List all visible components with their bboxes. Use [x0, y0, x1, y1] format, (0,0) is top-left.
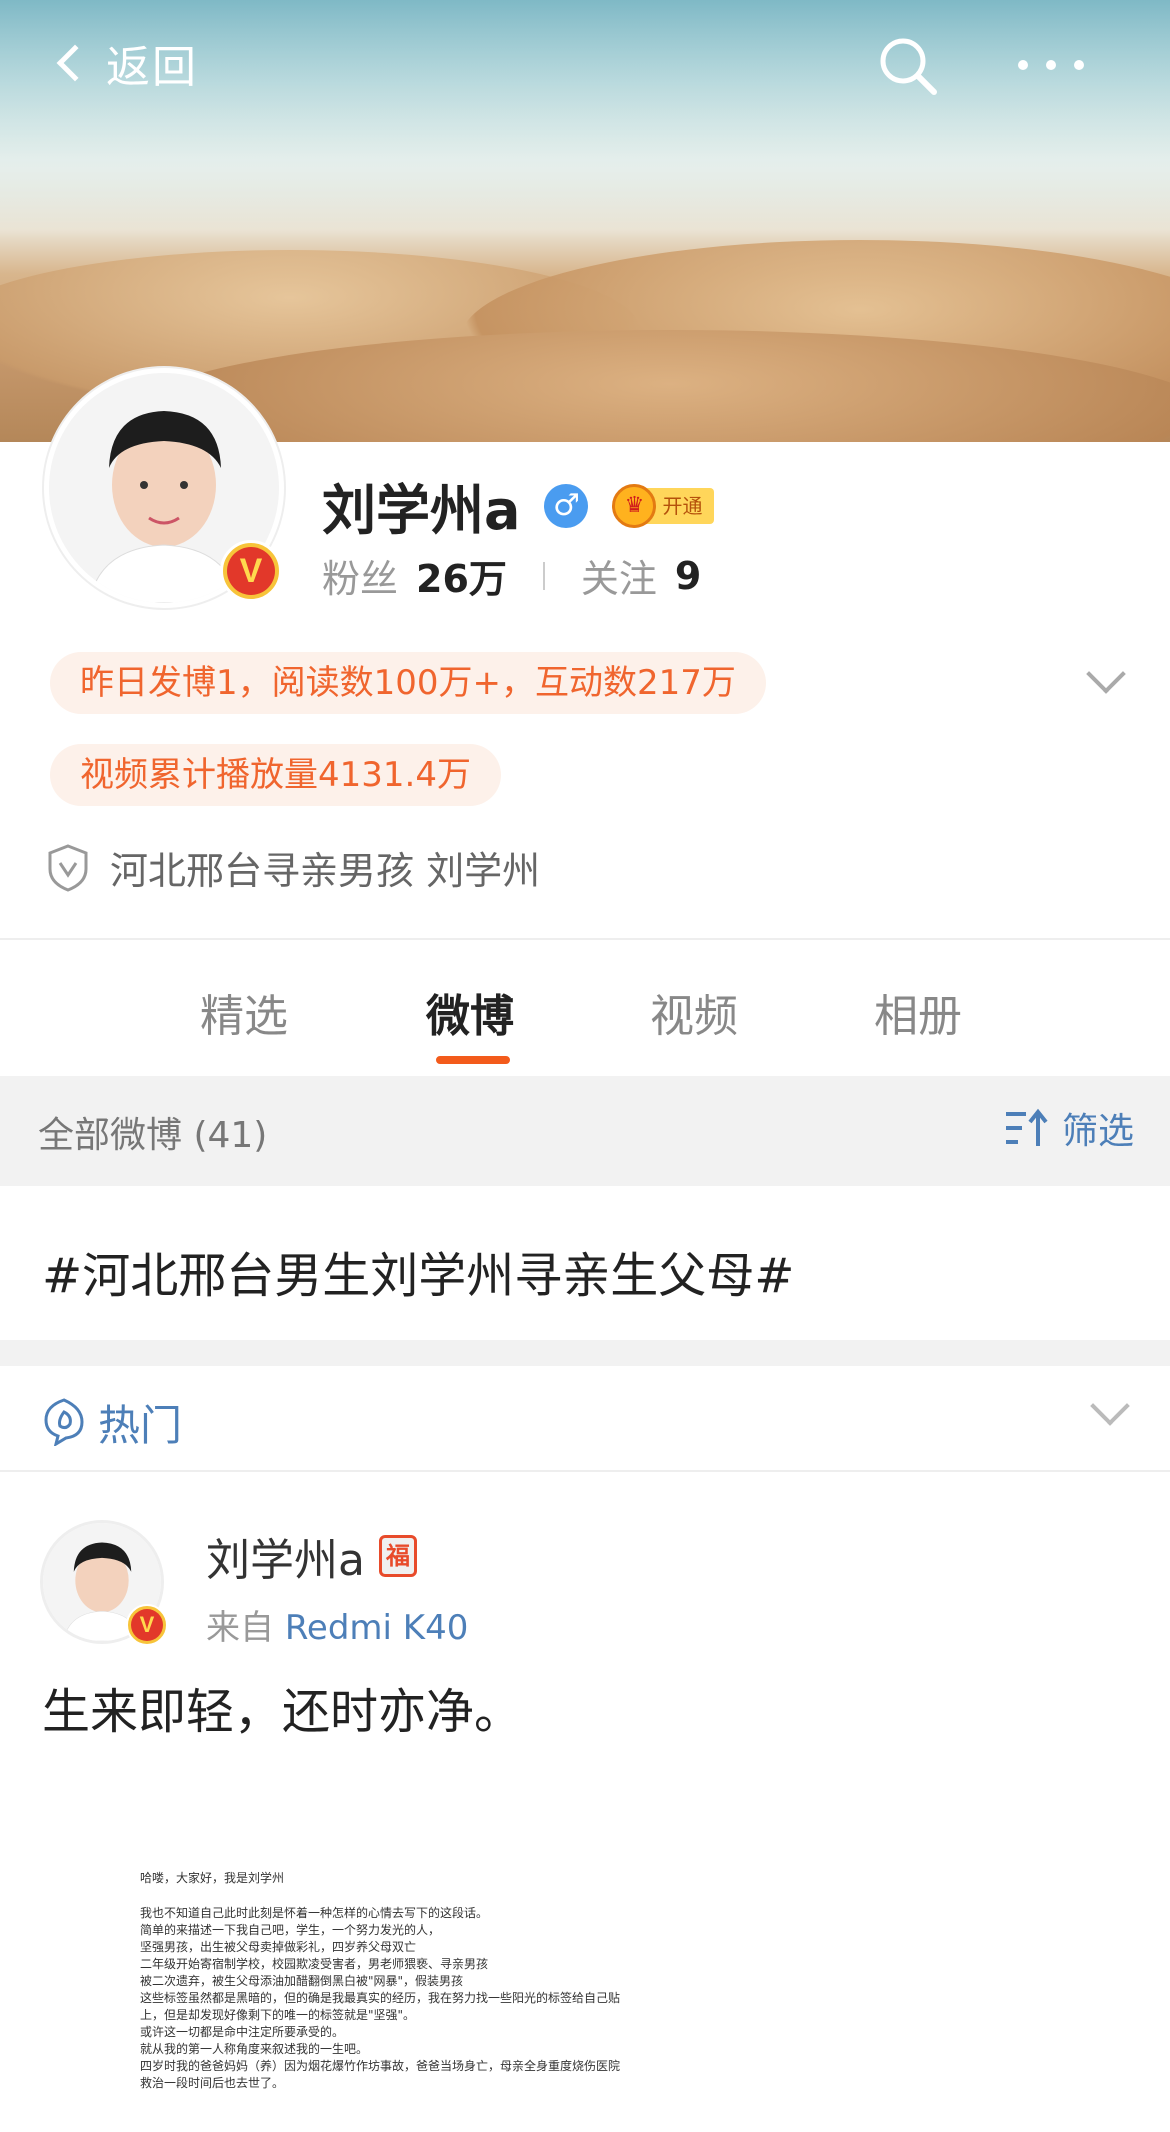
doc-line: 这些标签虽然都是黑暗的，但的确是我最真实的经历，我在努力找一些阳光的标签给自己贴 — [140, 1991, 621, 2005]
post-source: 来自 Redmi K40 — [206, 1600, 468, 1649]
fans-count: 26万 — [416, 557, 507, 601]
all-posts-count: 全部微博 (41) — [38, 1115, 268, 1156]
more-dot — [1018, 60, 1028, 70]
divider — [0, 1470, 1170, 1472]
verified-v-mark: V — [131, 1609, 163, 1641]
fans-stat[interactable]: 粉丝 26万 — [322, 548, 507, 603]
following-count: 9 — [674, 553, 702, 598]
source-device[interactable]: Redmi K40 — [285, 1608, 469, 1648]
profile-name-row: 刘学州a ♂ ♛ 开通 — [322, 466, 715, 545]
verified-v-mark: V — [227, 547, 275, 595]
profile-name: 刘学州a — [322, 479, 521, 542]
verified-badge: V — [220, 540, 282, 602]
more-icon[interactable] — [1018, 50, 1128, 80]
vip-open-button[interactable]: ♛ 开通 — [612, 483, 715, 528]
doc-line: 就从我的第一人称角度来叙述我的一生吧。 — [140, 2042, 369, 2056]
filter-label: 筛选 — [1062, 1111, 1135, 1152]
chevron-left-icon — [56, 44, 94, 82]
active-tab-indicator — [436, 1056, 510, 1064]
chevron-down-icon[interactable] — [1090, 1386, 1130, 1426]
tab-weibo[interactable]: 微博 — [426, 980, 514, 1044]
more-dot — [1046, 60, 1056, 70]
filter-sort-icon — [1006, 1108, 1048, 1146]
doc-line: 我也不知道自己此时此刻是怀着一种怎样的心情去写下的这段话。 — [140, 1906, 489, 1920]
doc-line: 或许这一切都是命中注定所要承受的。 — [140, 2025, 345, 2039]
doc-line: 四岁时我的爸爸妈妈（养）因为烟花爆竹作坊事故，爸爸当场身亡，母亲全身重度烧伤医院 — [140, 2059, 621, 2073]
post-image[interactable]: 哈喽，大家好，我是刘学州 我也不知道自己此时此刻是怀着一种怎样的心情去写下的这段… — [140, 1870, 680, 2132]
doc-line: 二年级开始寄宿制学校，校园欺凌受害者，男老师猥亵、寻亲男孩 — [140, 1957, 489, 1971]
filter-bar: 全部微博 (41) 筛选 — [0, 1076, 1170, 1186]
doc-line: 简单的来描述一下我自己吧，学生，一个努力发光的人， — [140, 1923, 441, 1937]
pinned-topic[interactable]: #河北邢台男生刘学州寻亲生父母# — [42, 1236, 794, 1306]
doc-line: 坚强男孩，出生被父母卖掉做彩礼，四岁养父母双亡 — [140, 1940, 417, 1954]
post-author-row: 刘学州a 福 — [206, 1524, 417, 1588]
shield-icon — [48, 843, 88, 892]
male-icon: ♂ — [544, 483, 589, 528]
search-icon[interactable] — [876, 34, 940, 98]
fu-badge-icon: 福 — [378, 1535, 417, 1577]
section-gap — [0, 1340, 1170, 1366]
verification-text: 河北邢台寻亲男孩 刘学州 — [110, 849, 541, 893]
following-label: 关注 — [580, 557, 657, 601]
profile-tabs: 精选 微博 视频 相册 — [0, 940, 1170, 1078]
post-text: 生来即轻，还时亦净。 — [42, 1684, 523, 1740]
following-stat[interactable]: 关注 9 — [581, 548, 701, 603]
video-stats-pill[interactable]: 视频累计播放量4131.4万 — [50, 744, 501, 806]
hot-section-header[interactable]: 热门 — [0, 1366, 1170, 1472]
stats-divider — [542, 561, 545, 590]
tab-featured[interactable]: 精选 — [200, 980, 288, 1044]
activity-stats-pill[interactable]: 昨日发博1，阅读数100万+，互动数217万 — [50, 652, 766, 714]
hot-label: 热门 — [98, 1401, 183, 1450]
doc-line: 上，但是却发现好像剩下的唯一的标签就是"坚强"。 — [140, 2008, 416, 2022]
tab-album[interactable]: 相册 — [874, 980, 962, 1044]
back-button[interactable]: 返回 — [50, 28, 198, 98]
verified-badge: V — [126, 1604, 168, 1646]
post-author-name[interactable]: 刘学州a — [206, 1524, 365, 1588]
tab-video[interactable]: 视频 — [650, 980, 738, 1044]
source-prefix: 来自 — [206, 1608, 274, 1648]
doc-line: 哈喽，大家好，我是刘学州 — [140, 1871, 285, 1885]
more-dot — [1074, 60, 1084, 70]
crown-icon: ♛ — [612, 483, 657, 528]
fans-label: 粉丝 — [322, 557, 399, 601]
verification-info: 河北邢台寻亲男孩 刘学州 — [46, 840, 540, 895]
profile-stats: 粉丝 26万 关注 9 — [322, 548, 701, 603]
doc-line: 被二次遗弃，被生父母添油加醋翻倒黑白被"网暴"，假装男孩 — [140, 1974, 464, 1988]
back-label: 返回 — [106, 42, 198, 93]
hot-fire-icon — [44, 1398, 84, 1446]
filter-button[interactable]: 筛选 — [1004, 1102, 1134, 1154]
doc-line: 救治一段时间后也去世了。 — [140, 2076, 285, 2090]
chevron-down-icon[interactable] — [1086, 654, 1126, 694]
